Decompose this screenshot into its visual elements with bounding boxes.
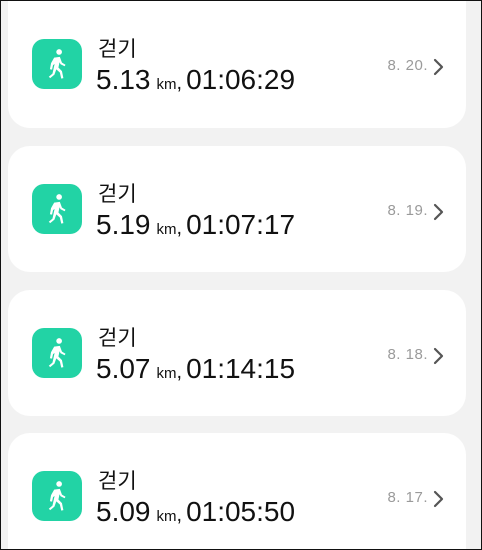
- distance-unit: km: [156, 365, 177, 382]
- activity-date: 8. 17.: [387, 489, 428, 506]
- activity-card[interactable]: 걷기 5.07 km, 01:14:15 8. 18.: [8, 290, 466, 416]
- stats-separator: ,: [176, 217, 183, 239]
- walking-person-icon: [32, 471, 82, 521]
- activity-type-label: 걷기: [98, 470, 137, 493]
- activity-stats: 5.13 km, 01:06:29: [96, 64, 295, 96]
- activity-card[interactable]: 걷기 5.13 km, 01:06:29 8. 20.: [8, 1, 466, 128]
- activity-card[interactable]: 걷기 5.09 km, 01:05:50 8. 17.: [8, 433, 466, 549]
- chevron-right-icon: [433, 58, 444, 76]
- activity-type-label: 걷기: [98, 183, 137, 206]
- distance-value: 5.07: [96, 353, 151, 384]
- stats-separator: ,: [176, 504, 183, 526]
- duration-value: 01:05:50: [186, 496, 296, 527]
- duration-value: 01:06:29: [186, 64, 296, 95]
- activity-type-label: 걷기: [98, 327, 137, 350]
- walking-person-icon: [32, 184, 82, 234]
- activity-type-label: 걷기: [98, 38, 137, 61]
- activity-card[interactable]: 걷기 5.19 km, 01:07:17 8. 19.: [8, 146, 466, 272]
- distance-unit: km: [156, 508, 177, 525]
- activity-date: 8. 18.: [387, 346, 428, 363]
- duration-value: 01:14:15: [186, 353, 296, 384]
- walking-person-icon: [32, 39, 82, 89]
- stats-separator: ,: [176, 72, 183, 94]
- distance-value: 5.13: [96, 64, 151, 95]
- activity-date: 8. 20.: [387, 57, 428, 74]
- duration-value: 01:07:17: [186, 209, 296, 240]
- distance-unit: km: [156, 76, 177, 93]
- chevron-right-icon: [433, 490, 444, 508]
- chevron-right-icon: [433, 347, 444, 365]
- activity-stats: 5.07 km, 01:14:15: [96, 353, 295, 385]
- activity-stats: 5.09 km, 01:05:50: [96, 496, 295, 528]
- chevron-right-icon: [433, 203, 444, 221]
- walking-person-icon: [32, 328, 82, 378]
- activity-date: 8. 19.: [387, 202, 428, 219]
- activity-list: 걷기 5.13 km, 01:06:29 8. 20. 걷기 5.19 km, 01:0…: [0, 0, 482, 550]
- distance-unit: km: [156, 221, 177, 238]
- activity-stats: 5.19 km, 01:07:17: [96, 209, 295, 241]
- distance-value: 5.09: [96, 496, 151, 527]
- distance-value: 5.19: [96, 209, 151, 240]
- stats-separator: ,: [176, 361, 183, 383]
